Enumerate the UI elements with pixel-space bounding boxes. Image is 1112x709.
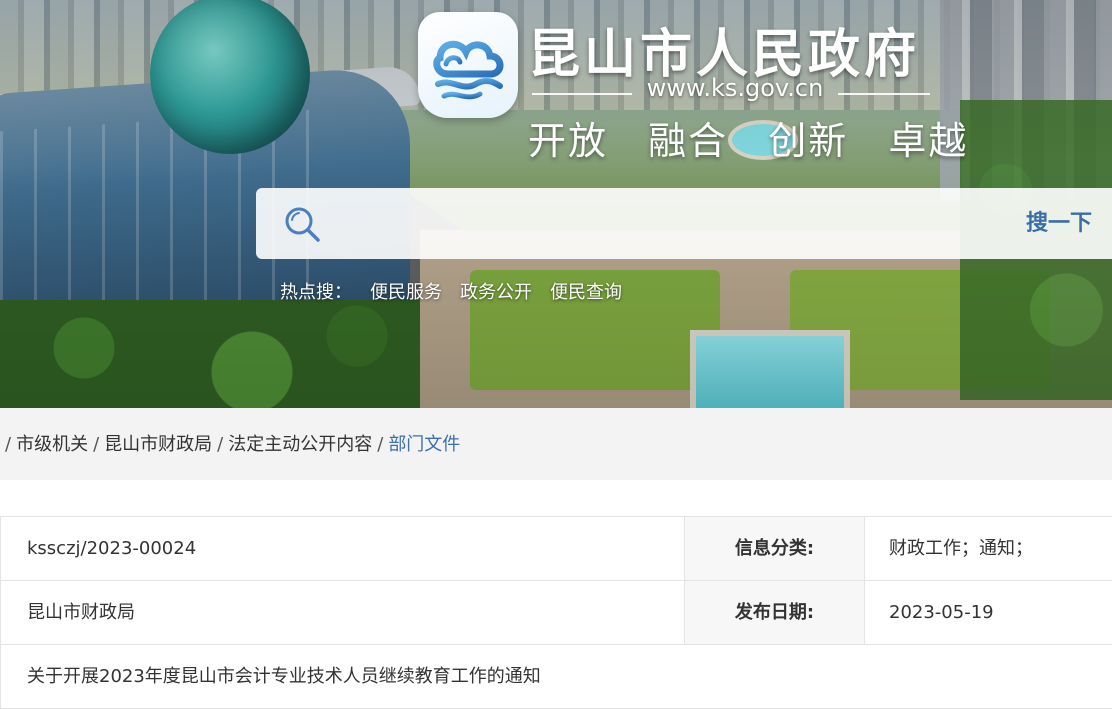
table-row: kssczj/2023-00024 信息分类: 财政工作；通知； (0, 517, 1112, 581)
divider (838, 93, 930, 95)
header-banner: 昆山市人民政府 www.ks.gov.cn 开放 融合 创新 卓越 搜一下 热点… (0, 0, 1112, 408)
breadcrumb-bar: / 市级机关 / 昆山市财政局 / 法定主动公开内容 / 部门文件 (0, 408, 1112, 480)
hot-searches: 热点搜： 便民服务 政务公开 便民查询 (280, 278, 622, 304)
breadcrumb-item-statutory-disclosure[interactable]: 法定主动公开内容 (228, 434, 372, 455)
breadcrumb-separator: / (377, 434, 384, 455)
category-value: 财政工作；通知； (889, 538, 1033, 559)
search-button[interactable]: 搜一下 (1026, 204, 1092, 244)
divider (532, 93, 632, 95)
search-input[interactable] (336, 202, 986, 246)
index-number-value: kssczj/2023-00024 (0, 517, 684, 580)
search-icon[interactable] (282, 204, 322, 244)
breadcrumb-separator: / (5, 434, 12, 455)
table-row: 关于开展2023年度昆山市会计专业技术人员继续教育工作的通知 (0, 645, 1112, 709)
publish-date-label: 发布日期: (684, 581, 865, 644)
slogan-word: 开放 (528, 119, 609, 163)
kunshan-cloud-logo-icon[interactable] (418, 12, 518, 118)
document-title-value: 关于开展2023年度昆山市会计专业技术人员继续教育工作的通知 (0, 645, 1112, 708)
hot-search-link-bianmin-fuwu[interactable]: 便民服务 (370, 282, 442, 303)
hot-search-link-zhengwu-gongkai[interactable]: 政务公开 (460, 282, 532, 303)
breadcrumb-item-department-documents[interactable]: 部门文件 (388, 434, 460, 455)
hot-search-label: 热点搜： (280, 282, 352, 303)
slogan-word: 创新 (768, 119, 849, 163)
publisher-value: 昆山市财政局 (0, 581, 684, 644)
breadcrumb-separator: / (93, 434, 100, 455)
breadcrumb-item-finance-bureau[interactable]: 昆山市财政局 (104, 434, 212, 455)
breadcrumb-separator: / (217, 434, 224, 455)
breadcrumb: / 市级机关 / 昆山市财政局 / 法定主动公开内容 / 部门文件 (0, 430, 460, 456)
publish-date-value: 2023-05-19 (889, 602, 994, 623)
hot-search-link-bianmin-chaxun[interactable]: 便民查询 (550, 282, 622, 303)
slogan-word: 卓越 (888, 119, 969, 163)
document-info-table: kssczj/2023-00024 信息分类: 财政工作；通知； 昆山市财政局 … (0, 516, 1112, 709)
site-slogan: 开放 融合 创新 卓越 (528, 110, 966, 165)
table-row: 昆山市财政局 发布日期: 2023-05-19 (0, 581, 1112, 645)
category-label: 信息分类: (684, 517, 865, 580)
search-box: 搜一下 (256, 188, 1112, 259)
site-url[interactable]: www.ks.gov.cn (640, 74, 830, 102)
slogan-word: 融合 (648, 119, 729, 163)
breadcrumb-item-municipal-agencies[interactable]: 市级机关 (16, 434, 88, 455)
